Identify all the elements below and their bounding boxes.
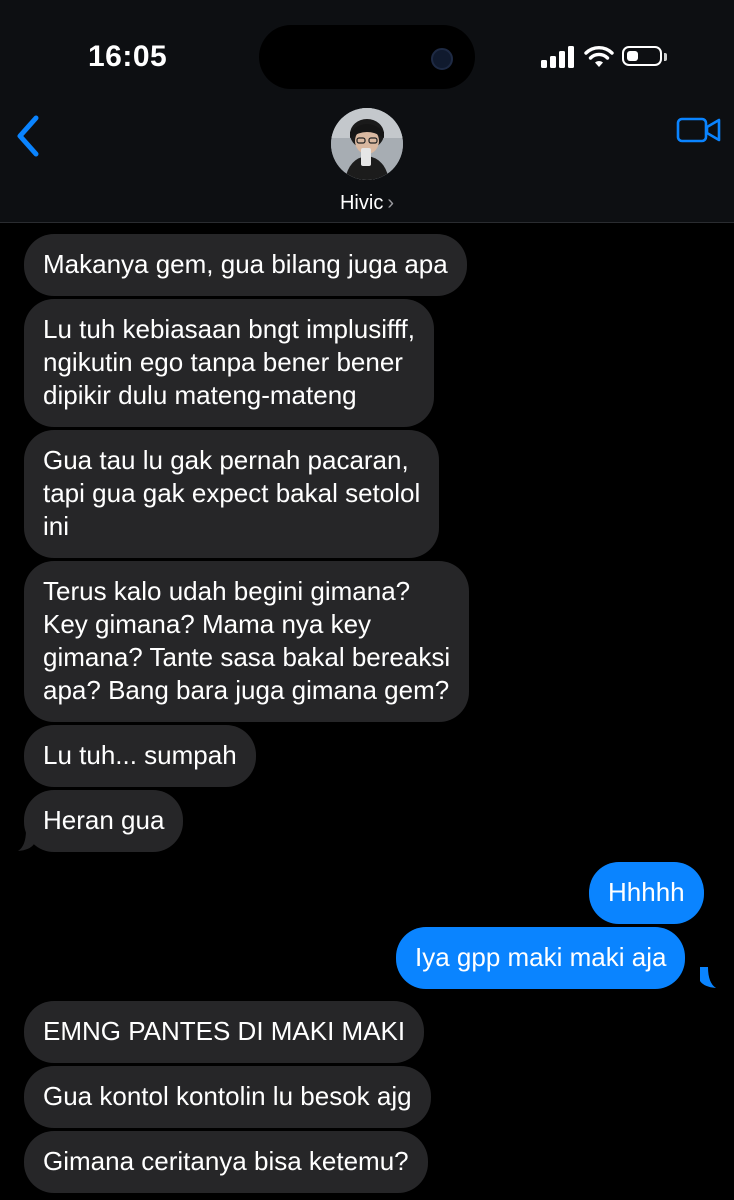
message-bubble-incoming[interactable]: EMNG PANTES DI MAKI MAKI bbox=[24, 1001, 425, 1063]
battery-icon bbox=[622, 46, 662, 66]
message-bubble-incoming[interactable]: Gua tau lu gak pernah pacaran, tapi gua … bbox=[24, 430, 440, 558]
camera-dot bbox=[431, 48, 453, 70]
battery-cap bbox=[664, 53, 667, 61]
bubble-tail-incoming bbox=[18, 830, 34, 851]
message-bubble-incoming[interactable]: Gimana ceritanya bisa ketemu? bbox=[24, 1131, 428, 1193]
message-bubble-outgoing[interactable]: Iya gpp maki maki aja bbox=[396, 927, 686, 989]
avatar-photo bbox=[331, 108, 403, 180]
battery-level bbox=[627, 51, 638, 61]
chevron-left-icon[interactable] bbox=[12, 114, 44, 158]
message-bubble-outgoing[interactable]: Hhhhh bbox=[589, 862, 704, 924]
navigation-header: 16:05 Hivic › bbox=[0, 0, 734, 223]
video-camera-icon[interactable] bbox=[676, 114, 722, 146]
chevron-right-icon: › bbox=[387, 192, 394, 214]
dynamic-island bbox=[259, 25, 475, 89]
message-bubble-incoming[interactable]: Lu tuh... sumpah bbox=[24, 725, 256, 787]
contact-avatar[interactable] bbox=[331, 108, 403, 180]
message-bubble-incoming[interactable]: Terus kalo udah begini gimana? Key giman… bbox=[24, 561, 470, 722]
cellular-signal-icon bbox=[541, 46, 574, 68]
bubble-tail-outgoing bbox=[700, 967, 716, 988]
message-bubble-incoming[interactable]: Makanya gem, gua bilang juga apa bbox=[24, 234, 467, 296]
wifi-icon bbox=[584, 46, 614, 67]
contact-name-button[interactable]: Hivic › bbox=[0, 192, 734, 215]
message-bubble-incoming[interactable]: Heran gua bbox=[24, 790, 184, 852]
status-time: 16:05 bbox=[88, 40, 168, 73]
contact-name: Hivic bbox=[339, 192, 384, 214]
message-bubble-incoming[interactable]: Lu tuh kebiasaan bngt implusifff, ngikut… bbox=[24, 299, 434, 427]
message-bubble-incoming[interactable]: Gua kontol kontolin lu besok ajg bbox=[24, 1066, 431, 1128]
